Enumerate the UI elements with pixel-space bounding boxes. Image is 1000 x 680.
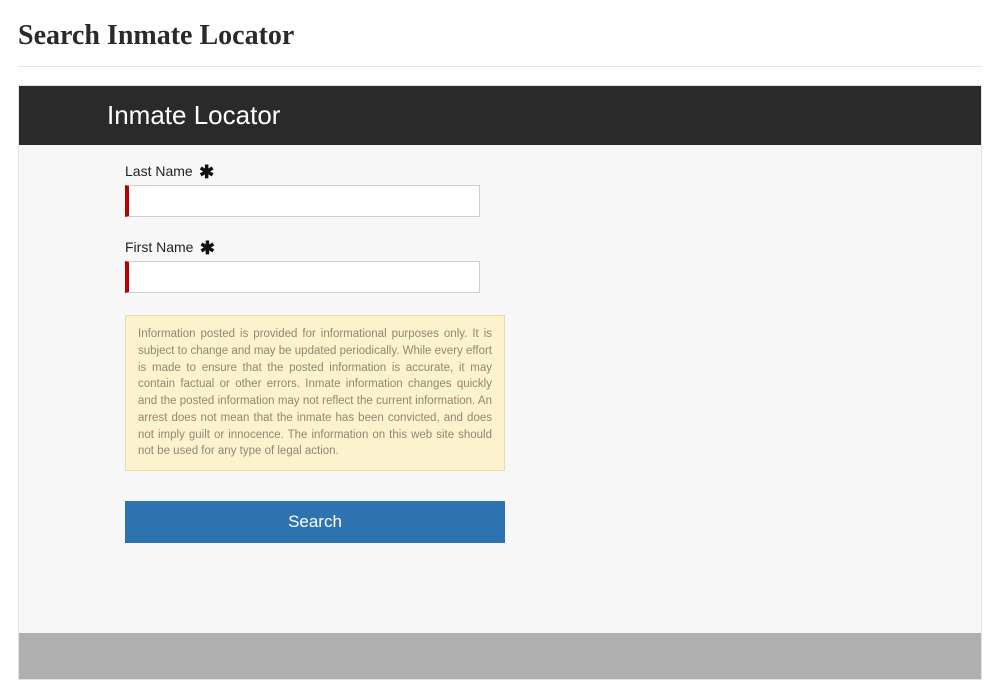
title-divider — [18, 66, 982, 67]
last-name-field-block: Last Name ✱ — [125, 163, 505, 217]
first-name-input[interactable] — [125, 261, 480, 293]
footer-bar — [19, 633, 981, 679]
page-container: Search Inmate Locator Inmate Locator Las… — [0, 0, 1000, 680]
first-name-label: First Name — [125, 239, 193, 255]
spacer — [19, 573, 981, 633]
last-name-label-row: Last Name ✱ — [125, 163, 505, 185]
required-icon: ✱ — [200, 239, 215, 257]
app-panel: Inmate Locator Last Name ✱ First Name ✱ — [18, 85, 982, 680]
search-button[interactable]: Search — [125, 501, 505, 543]
form-column: Last Name ✱ First Name ✱ Information pos… — [125, 163, 505, 543]
required-icon: ✱ — [199, 163, 214, 181]
first-name-label-row: First Name ✱ — [125, 239, 505, 261]
page-title: Search Inmate Locator — [18, 20, 982, 52]
app-header-title: Inmate Locator — [19, 86, 981, 145]
last-name-input[interactable] — [125, 185, 480, 217]
disclaimer-box: Information posted is provided for infor… — [125, 315, 505, 470]
search-form: Last Name ✱ First Name ✱ Information pos… — [19, 145, 981, 573]
first-name-field-block: First Name ✱ — [125, 239, 505, 293]
last-name-label: Last Name — [125, 163, 193, 179]
